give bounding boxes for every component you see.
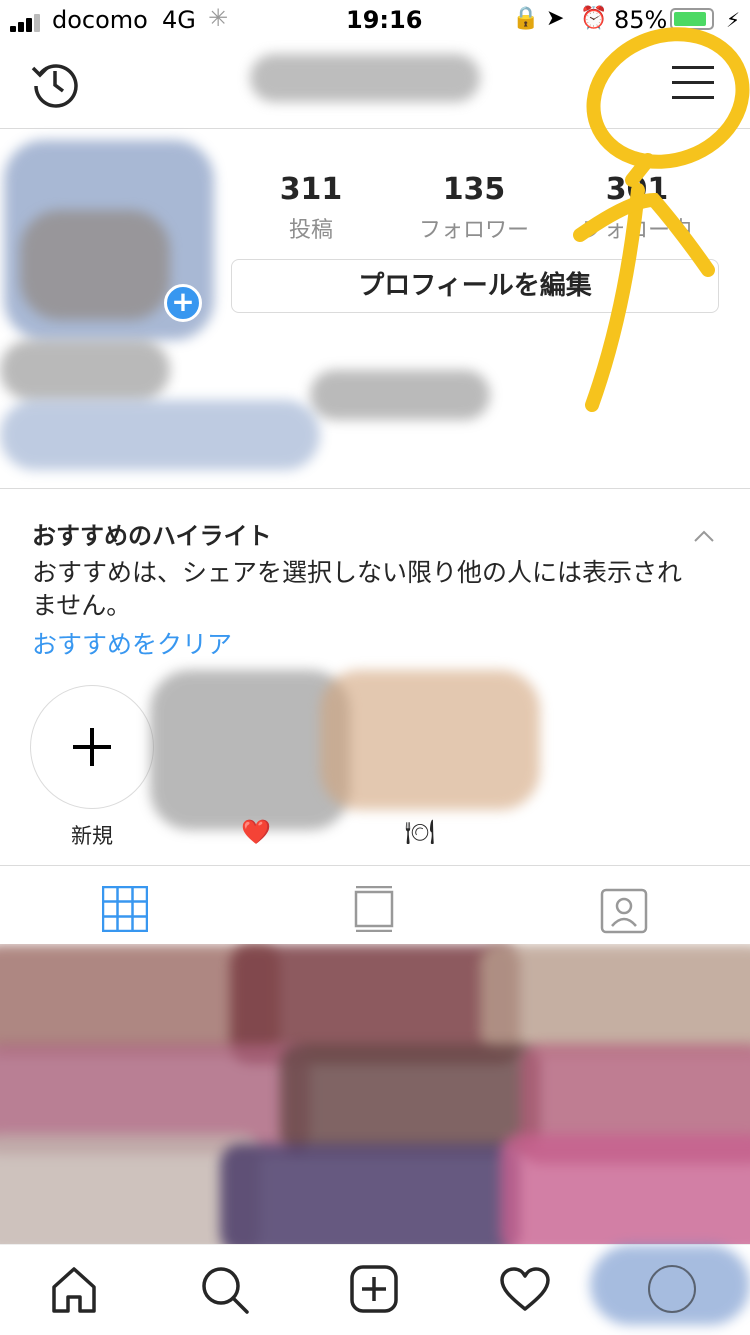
posts-count: 311 [279, 172, 343, 207]
followers-count[interactable]: 135 [394, 172, 554, 207]
tagged-icon[interactable] [600, 886, 648, 934]
posts-label: 投稿 [288, 218, 333, 243]
highlight-label: 🍽 [404, 818, 436, 846]
add-post-icon[interactable] [350, 1265, 398, 1313]
network-type: 4G [162, 6, 196, 34]
annotation-marker [573, 27, 750, 412]
search-icon[interactable] [200, 1265, 250, 1315]
profile-avatar-icon[interactable] [648, 1265, 696, 1313]
loading-icon: ✳ [208, 4, 229, 32]
plus-icon [73, 728, 111, 766]
clock: 19:16 [346, 6, 423, 34]
clear-suggestions-link[interactable]: おすすめをクリア [32, 625, 232, 661]
grid-icon[interactable] [102, 886, 148, 932]
bio-redacted [0, 340, 170, 400]
history-icon[interactable] [30, 58, 80, 108]
rotation-lock-icon: 🔒 [512, 6, 540, 31]
location-icon: ➤ [546, 6, 565, 31]
heart-icon[interactable] [500, 1267, 550, 1313]
highlight-label: ❤️ [241, 818, 271, 846]
divider [0, 865, 750, 866]
avatar-blur [20, 210, 170, 320]
carrier-name: docomo [52, 6, 148, 34]
bio-redacted [0, 400, 320, 470]
add-story-badge[interactable]: + [164, 284, 202, 322]
bottom-navigation [0, 1244, 750, 1335]
feed-icon[interactable] [354, 886, 394, 932]
bio-redacted [310, 370, 490, 420]
highlights-title: おすすめのハイライト [32, 522, 272, 550]
username-redacted [250, 54, 480, 102]
chevron-up-icon[interactable] [694, 526, 714, 546]
new-highlight-button[interactable] [30, 685, 154, 809]
signal-icon [10, 12, 48, 32]
divider [0, 488, 750, 489]
followers-label[interactable]: フォロワー [394, 212, 554, 244]
highlights-description: おすすめは、シェアを選択しない限り他の人には表示されません。 [32, 558, 683, 620]
highlight-cover[interactable] [320, 670, 540, 810]
new-highlight-label: 新規 [71, 824, 113, 848]
photo-grid[interactable] [0, 944, 750, 1244]
home-icon[interactable] [50, 1265, 98, 1313]
